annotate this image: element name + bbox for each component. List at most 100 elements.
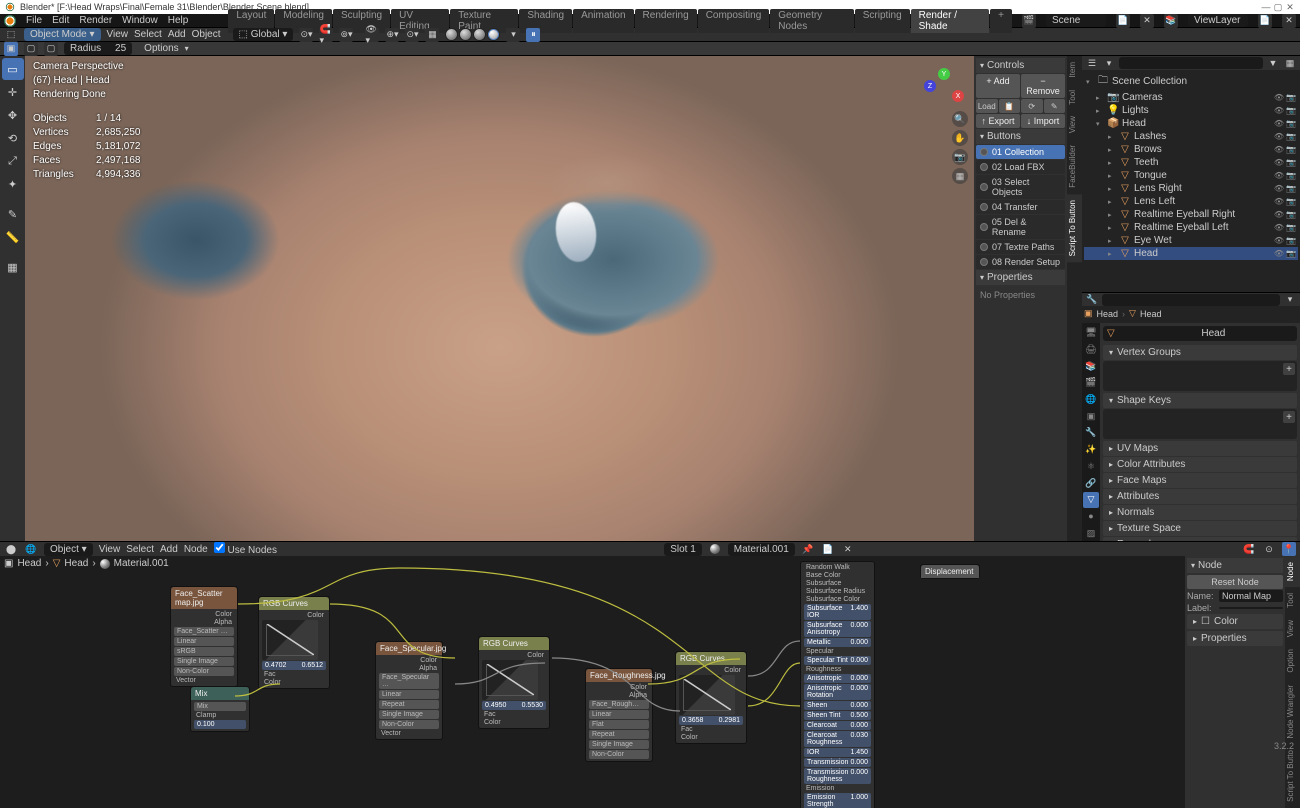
maximize-button[interactable]: ▢ [1272, 2, 1284, 13]
viewlayer-icon[interactable]: 📚 [1164, 14, 1178, 28]
new-viewlayer-button[interactable]: 📄 [1258, 14, 1272, 28]
normals-section[interactable]: Normals [1103, 505, 1297, 520]
reset-node-button[interactable]: Reset Node [1187, 575, 1283, 589]
node-panel-tab[interactable]: Script To Butto [1285, 744, 1300, 808]
refresh-icon[interactable]: ⟳ [1021, 99, 1043, 113]
remove-button[interactable]: − Remove [1021, 74, 1065, 98]
visibility-toggle[interactable]: 👁▾ [365, 28, 379, 42]
axis-x[interactable]: X [952, 90, 964, 102]
axis-z[interactable]: Z [924, 80, 936, 92]
unlink-mat-icon[interactable]: ✕ [841, 542, 855, 556]
script-button-item[interactable]: 03 Select Objects [976, 175, 1065, 199]
solid-shading[interactable] [459, 28, 472, 41]
color-attrs-section[interactable]: Color Attributes [1103, 457, 1297, 472]
select-mode-3[interactable]: ▢ [44, 42, 58, 56]
menu-object[interactable]: Object [192, 29, 221, 40]
camera-icon[interactable]: 📷 [952, 149, 968, 165]
eye-icon[interactable]: 👁 [1274, 145, 1284, 154]
attributes-section[interactable]: Attributes [1103, 489, 1297, 504]
display-mode-icon[interactable]: ▾ [1102, 56, 1116, 70]
eye-icon[interactable]: 👁 [1274, 106, 1284, 115]
menu-render[interactable]: Render [79, 15, 112, 26]
minimize-button[interactable]: — [1260, 2, 1272, 12]
ptab-texture[interactable]: ▨ [1083, 525, 1099, 541]
render-icon[interactable]: 📷 [1286, 158, 1296, 167]
mesh-name-field[interactable]: ▽ Head [1103, 326, 1297, 341]
shader-type-icon[interactable]: 🌐 [24, 542, 38, 556]
material-dropdown[interactable]: Material.001 [728, 543, 795, 556]
vertex-groups-section[interactable]: Vertex Groups [1103, 345, 1297, 360]
node-scatter-tex[interactable]: Face_Scatter map.jpg Color Alpha Face_Sc… [170, 586, 238, 687]
tree-row[interactable]: ▸▽Head👁📷 [1084, 247, 1298, 260]
node-graph[interactable]: ▣ Head › ▽ Head › Material.001 Face_Scat… [0, 556, 1185, 808]
select-mode-1[interactable]: ▣ [4, 42, 18, 56]
use-nodes-checkbox[interactable]: Use Nodes [214, 542, 277, 556]
ptab-physics[interactable]: ⚛ [1083, 459, 1099, 475]
npanel-tab[interactable]: Item [1067, 56, 1082, 84]
scene-dropdown[interactable]: Scene [1046, 14, 1106, 27]
menu-edit[interactable]: Edit [52, 15, 69, 26]
material-ball-icon[interactable] [708, 542, 722, 556]
pivot-dropdown[interactable]: ⊙▾ [299, 28, 313, 42]
ptab-world[interactable]: 🌐 [1083, 392, 1099, 408]
buttons-header[interactable]: Buttons [976, 129, 1065, 144]
eye-icon[interactable]: 👁 [1274, 119, 1284, 128]
shape-keys-section[interactable]: Shape Keys [1103, 393, 1297, 408]
node-displacement[interactable]: Displacement [920, 564, 980, 579]
ptab-constraints[interactable]: 🔗 [1083, 475, 1099, 491]
editor-type-icon[interactable]: ⬚ [4, 28, 18, 42]
render-icon[interactable]: 📷 [1286, 184, 1296, 193]
node-menu-select[interactable]: Select [126, 544, 154, 555]
scene-icon[interactable]: 🎬 [1022, 14, 1036, 28]
properties-header[interactable]: Properties [976, 270, 1065, 285]
zoom-icon[interactable]: 🔍 [952, 111, 968, 127]
outliner-search[interactable] [1119, 57, 1263, 69]
render-icon[interactable]: 📷 [1286, 210, 1296, 219]
node-panel-tab[interactable]: View [1285, 614, 1300, 643]
ptab-output[interactable]: 🖨 [1083, 342, 1099, 358]
menu-select[interactable]: Select [134, 29, 162, 40]
npanel-tab[interactable]: View [1067, 110, 1082, 139]
node-mix[interactable]: Mix Mix Clamp 0.100 [190, 686, 250, 732]
render-icon[interactable]: 📷 [1286, 197, 1296, 206]
shape-keys-list[interactable]: + [1103, 409, 1297, 439]
npanel-tab[interactable]: FaceBuilder [1067, 139, 1082, 194]
tree-row[interactable]: ▸▽Lashes👁📷 [1084, 130, 1298, 143]
node-panel-tab[interactable]: Node [1285, 556, 1300, 587]
node-panel-tab[interactable]: Tool [1285, 587, 1300, 614]
cursor-tool[interactable]: ✛ [2, 81, 24, 103]
eye-icon[interactable]: 👁 [1274, 184, 1284, 193]
render-icon[interactable]: 📷 [1286, 171, 1296, 180]
import-button[interactable]: ↓ Import [1021, 114, 1065, 128]
tree-row[interactable]: ▸📷Cameras👁📷 [1084, 91, 1298, 104]
ptab-data[interactable]: ▽ [1083, 492, 1099, 508]
select-mode-2[interactable]: ▢ [24, 42, 38, 56]
props-options-icon[interactable]: ▾ [1283, 293, 1297, 307]
render-icon[interactable]: 📷 [1286, 93, 1296, 102]
node-panel-header[interactable]: Node [1187, 558, 1283, 573]
node-props-section[interactable]: Properties [1187, 631, 1283, 646]
add-button[interactable]: + Add [976, 74, 1020, 98]
menu-view[interactable]: View [107, 29, 129, 40]
copy-icon[interactable]: 📋 [999, 99, 1021, 113]
ptab-viewlayer[interactable]: 📚 [1083, 358, 1099, 374]
tree-row[interactable]: ▸▽Lens Right👁📷 [1084, 182, 1298, 195]
menu-help[interactable]: Help [168, 15, 189, 26]
node-overlay-icon[interactable]: ⊙ [1262, 542, 1276, 556]
shading-options[interactable]: ▾ [506, 28, 520, 42]
proportional-toggle[interactable]: ⊚▾ [339, 28, 353, 42]
new-mat-icon[interactable]: 📄 [821, 542, 835, 556]
viewlayer-dropdown[interactable]: ViewLayer [1188, 14, 1248, 27]
export-button[interactable]: ↑ Export [976, 114, 1020, 128]
script-button-item[interactable]: 05 Del & Rename [976, 215, 1065, 239]
object-dropdown[interactable]: Object ▾ [44, 543, 93, 556]
render-icon[interactable]: 📷 [1286, 236, 1296, 245]
3d-viewport[interactable]: Camera Perspective (67) Head | Head Rend… [25, 56, 974, 541]
node-menu-add[interactable]: Add [160, 544, 178, 555]
tree-row[interactable]: ▸▽Realtime Eyeball Right👁📷 [1084, 208, 1298, 221]
node-editor-type-icon[interactable]: ⬤ [4, 542, 18, 556]
ptab-particles[interactable]: ✨ [1083, 442, 1099, 458]
xray-toggle[interactable]: ▦ [425, 28, 439, 42]
node-panel-tab[interactable]: Option [1285, 643, 1300, 679]
ptab-object[interactable]: ▣ [1083, 408, 1099, 424]
